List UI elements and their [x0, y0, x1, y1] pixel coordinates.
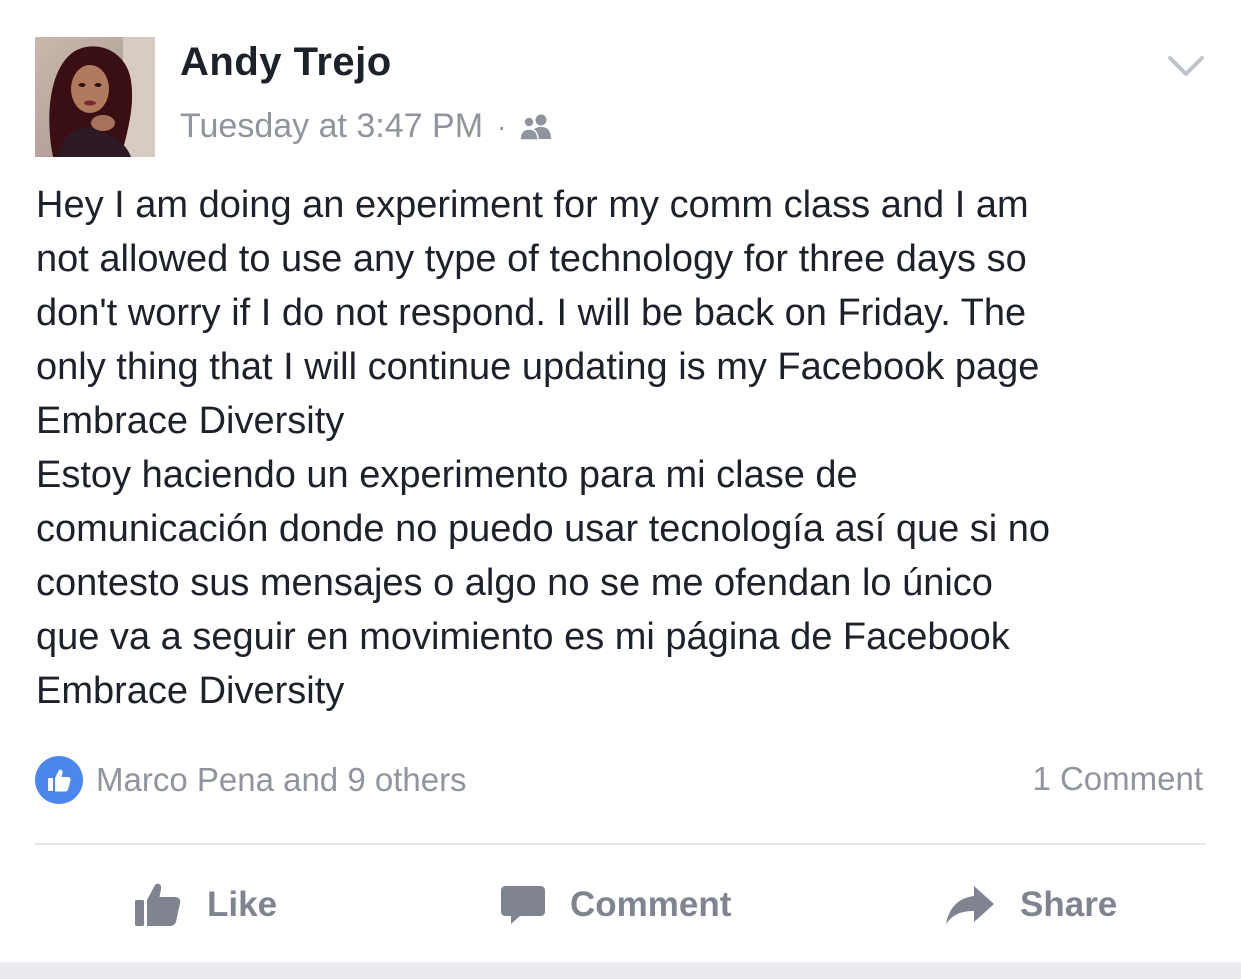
like-label: Like [207, 885, 278, 924]
friends-icon[interactable] [518, 112, 554, 142]
feed-separator [0, 962, 1241, 979]
like-badge-icon [35, 756, 83, 804]
action-bar: Like Comment Share [0, 860, 1241, 950]
comment-button[interactable]: Comment [500, 860, 731, 950]
post-text: Hey I am doing an experiment for my comm… [36, 184, 1051, 712]
comment-bubble-icon [501, 886, 545, 924]
chevron-down-icon[interactable] [1166, 50, 1206, 82]
share-arrow-icon [946, 886, 994, 924]
feed-post: Andy Trejo Tuesday at 3:47 PM · Hey I am… [0, 0, 1241, 960]
like-button[interactable]: Like [133, 860, 277, 950]
divider [35, 843, 1206, 845]
comment-label: Comment [570, 885, 732, 924]
author-name[interactable]: Andy Trejo [180, 40, 392, 85]
avatar[interactable] [35, 37, 155, 157]
share-button[interactable]: Share [944, 860, 1117, 950]
thumbs-up-icon [135, 883, 181, 926]
meta-separator: · [497, 110, 507, 142]
reactions-summary[interactable]: Marco Pena and 9 others [35, 756, 467, 804]
share-label: Share [1020, 885, 1118, 924]
avatar-photo [35, 37, 155, 157]
comment-count[interactable]: 1 Comment [1032, 760, 1203, 798]
post-timestamp[interactable]: Tuesday at 3:47 PM [180, 107, 483, 146]
reactors-text: Marco Pena and 9 others [96, 761, 467, 798]
post-meta: Tuesday at 3:47 PM · [180, 107, 554, 146]
